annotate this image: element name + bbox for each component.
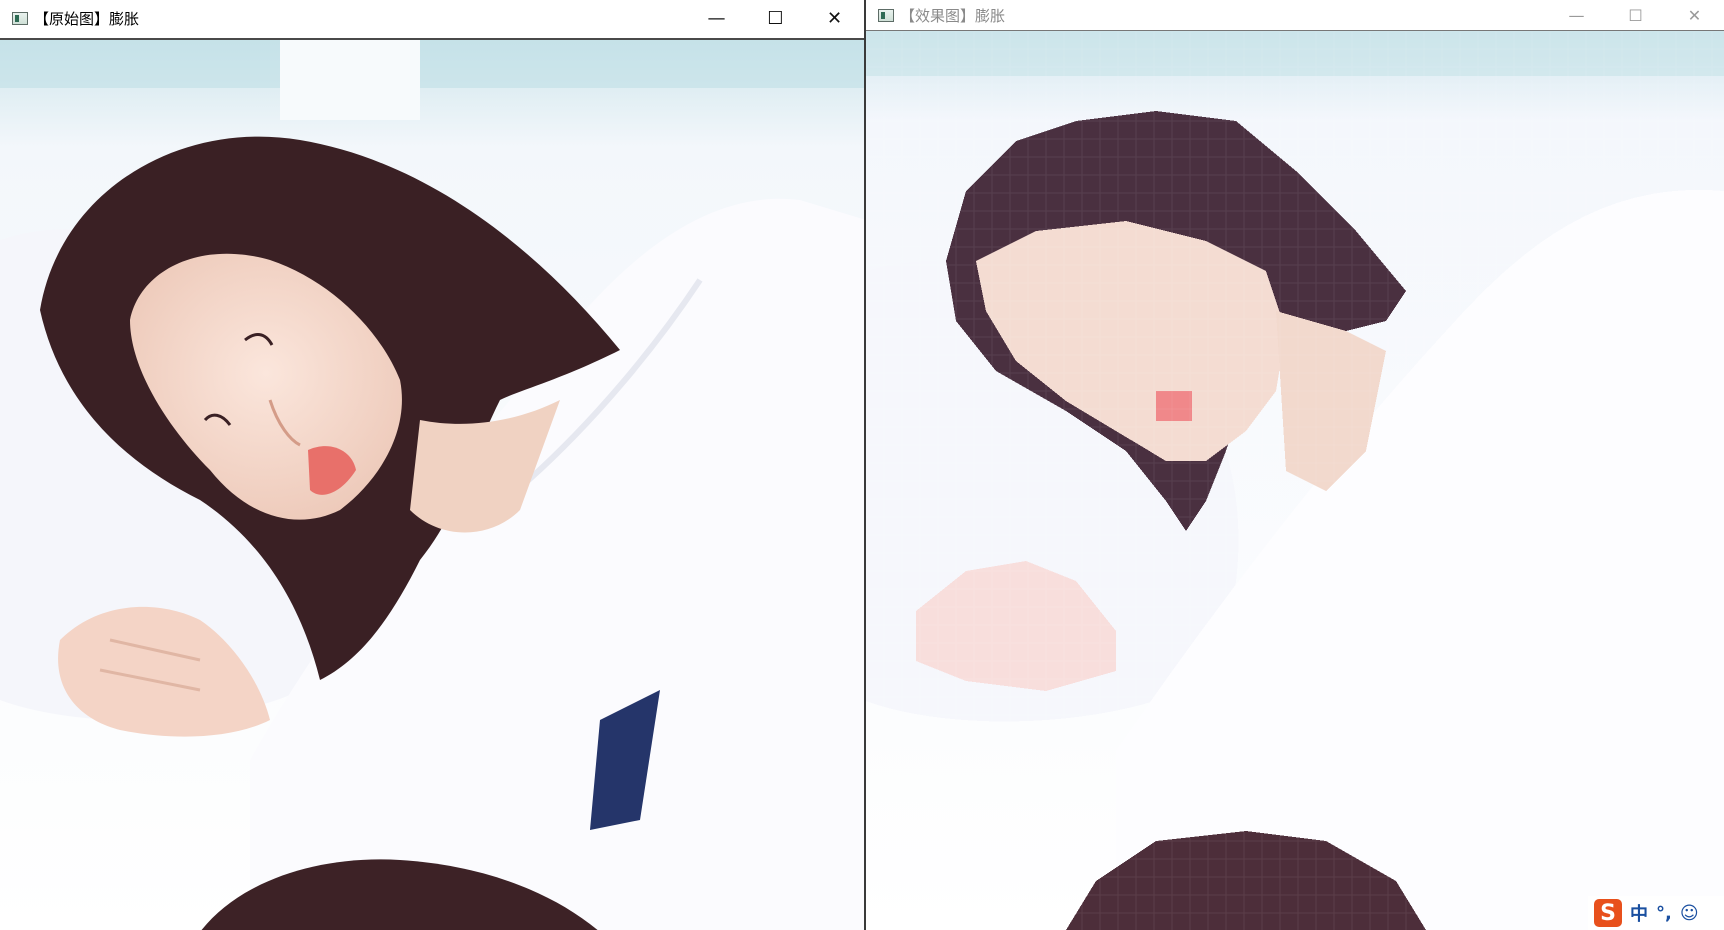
- image-canvas: [0, 38, 864, 930]
- title-bar[interactable]: 【原始图】膨胀 — ☐ ✕: [0, 0, 864, 36]
- ime-emoji-icon[interactable]: ☺: [1680, 903, 1699, 924]
- window-title: 【效果图】膨胀: [900, 6, 1006, 25]
- window-controls: — ☐ ✕: [1547, 0, 1724, 30]
- image-canvas: S 中 °, ☺: [866, 30, 1724, 930]
- ime-punctuation-toggle[interactable]: °,: [1656, 903, 1672, 924]
- dilated-photo: [866, 31, 1724, 930]
- minimize-button[interactable]: —: [687, 0, 746, 36]
- ime-mode-toggle[interactable]: 中: [1630, 900, 1648, 926]
- close-button[interactable]: ✕: [1665, 0, 1724, 30]
- app-icon: [878, 8, 894, 22]
- close-button[interactable]: ✕: [805, 0, 864, 36]
- original-image-window[interactable]: 【原始图】膨胀 — ☐ ✕: [0, 0, 866, 930]
- title-bar[interactable]: 【效果图】膨胀 — ☐ ✕: [866, 0, 1724, 30]
- original-photo: [0, 40, 864, 930]
- window-title: 【原始图】膨胀: [34, 9, 140, 28]
- effect-image-window[interactable]: 【效果图】膨胀 — ☐ ✕ S 中 °, ☺: [866, 0, 1724, 930]
- window-controls: — ☐ ✕: [687, 0, 864, 36]
- ime-toolbar[interactable]: S 中 °, ☺: [1588, 896, 1724, 930]
- minimize-button[interactable]: —: [1547, 0, 1606, 30]
- maximize-button[interactable]: ☐: [746, 0, 805, 36]
- sogou-logo-icon[interactable]: S: [1594, 899, 1622, 927]
- app-icon: [12, 11, 28, 25]
- maximize-button[interactable]: ☐: [1606, 0, 1665, 30]
